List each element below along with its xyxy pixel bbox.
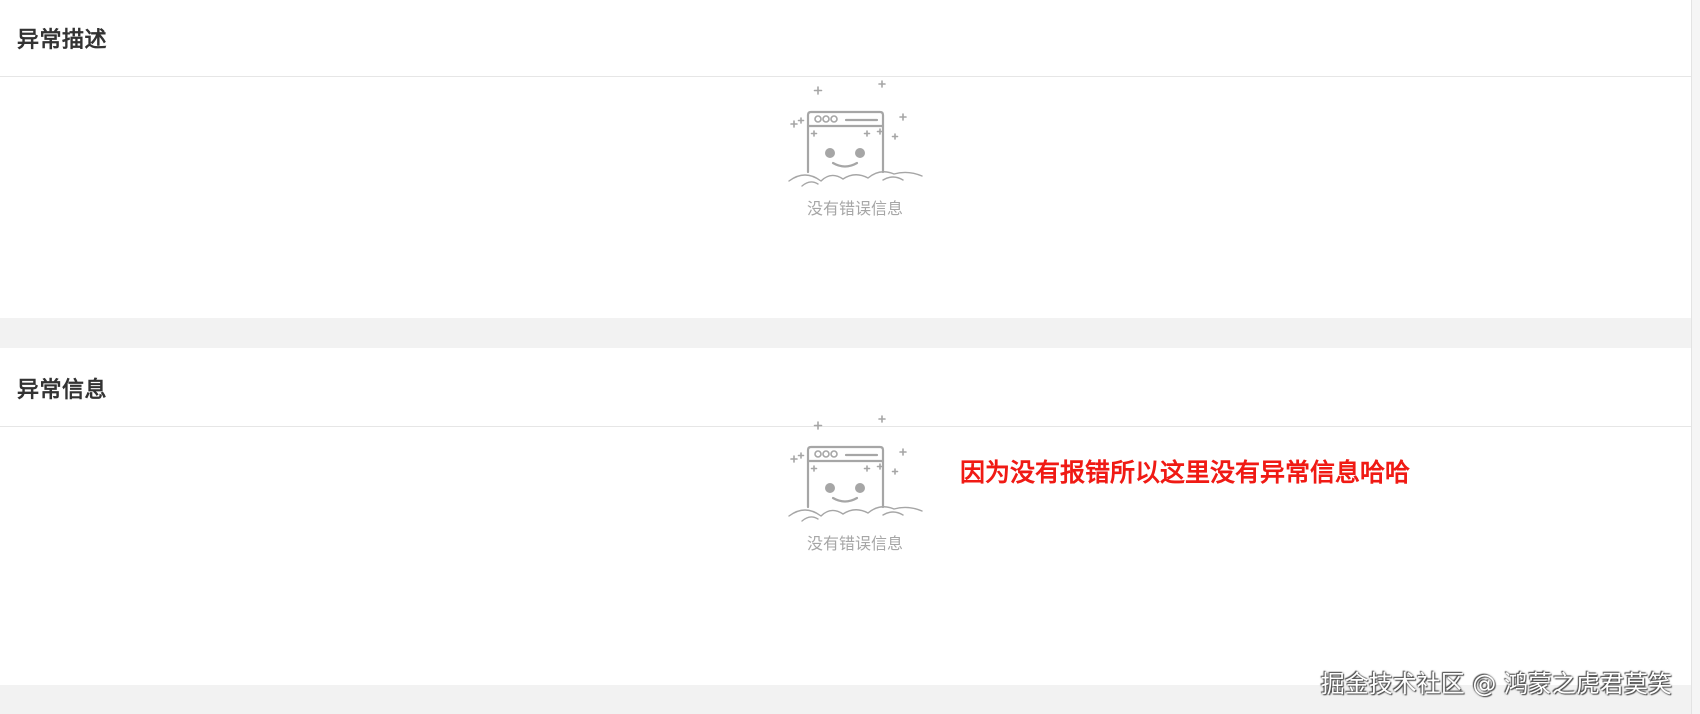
empty-browser-smile-icon [788, 415, 923, 522]
empty-browser-smile-icon [788, 80, 923, 187]
panel-title: 异常信息 [17, 378, 108, 403]
exception-information-panel: 异常信息 没有错误信息 [0, 348, 1692, 685]
watermark: 掘金技术社区 @ 鸿蒙之虎君莫笑 [1320, 670, 1672, 698]
vertical-scrollbar[interactable] [1691, 0, 1700, 714]
panel-header: 异常描述 [0, 0, 1692, 77]
empty-state-text: 没有错误信息 [806, 534, 903, 553]
annotation-note: 因为没有报错所以这里没有异常信息哈哈 [960, 458, 1411, 487]
page: 异常描述 没有错误信息 异常信息 没有错误信息 因为没有报错所以这里没有异常信息… [0, 0, 1692, 714]
empty-state: 没有错误信息 [785, 78, 925, 228]
empty-state-text: 没有错误信息 [806, 199, 903, 218]
empty-state: 没有错误信息 [785, 413, 925, 563]
exception-description-panel: 异常描述 没有错误信息 [0, 0, 1692, 318]
panel-title: 异常描述 [17, 28, 108, 53]
